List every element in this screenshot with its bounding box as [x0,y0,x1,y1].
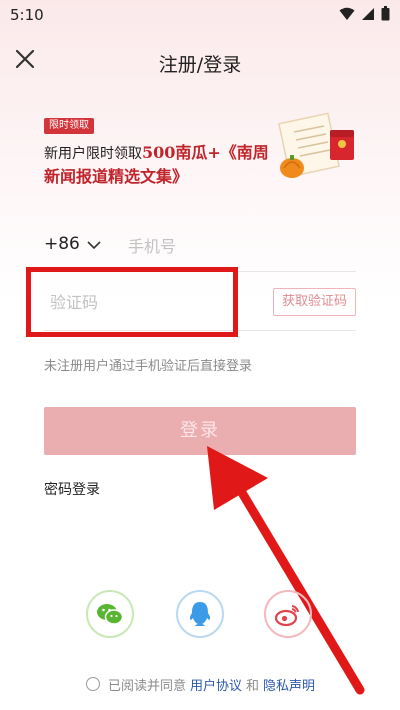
chevron-down-icon[interactable] [86,237,102,253]
promo-tag: 限时领取 [44,118,94,134]
navigation-bar: 注册/登录 [0,40,400,80]
login-button[interactable]: 登录 [44,407,356,455]
promo-banner[interactable]: 限时领取 新用户限时领取500南瓜+《南周 新闻报道精选文集》 [44,112,364,190]
page-title: 注册/登录 [158,54,242,76]
password-login-link[interactable]: 密码登录 [44,479,100,499]
country-code[interactable]: +86 [44,234,80,254]
weibo-icon [274,605,299,627]
register-hint: 未注册用户通过手机验证后直接登录 [44,359,253,374]
verification-code-input[interactable] [48,286,232,318]
promo-line-1: 新用户限时领取500南瓜+《南周 [44,139,269,163]
wechat-login-button[interactable] [86,590,134,638]
privacy-statement-link[interactable]: 隐私声明 [263,675,315,694]
qq-icon [189,602,211,626]
phone-row: +86 [44,228,360,268]
promo-line-2: 新闻报道精选文集》 [44,167,189,186]
code-divider [44,330,356,331]
weibo-login-button[interactable] [264,590,312,638]
status-icons [339,6,390,21]
signal-icon [362,7,374,20]
status-bar: 5:10 [0,0,400,30]
agreement-row: 已阅读并同意 用户协议 和 隐私声明 [86,674,315,694]
user-agreement-link[interactable]: 用户协议 [190,675,242,694]
agreement-checkbox[interactable] [86,677,100,691]
status-time: 5:10 [10,6,44,24]
promo-line-1-prefix: 新用户限时领取 [44,146,142,162]
agreement-prefix: 已阅读并同意 [108,678,187,694]
get-code-button[interactable]: 获取验证码 [272,288,356,316]
promo-line-1-highlight: 500南瓜+《南周 [142,143,269,162]
verification-code-row: 获取验证码 [44,282,356,322]
scroll-gift-icon [278,112,354,178]
wechat-icon [97,604,124,625]
wifi-icon [339,7,355,20]
battery-icon [381,6,390,21]
qq-login-button[interactable] [176,590,224,638]
phone-divider [44,271,356,272]
agreement-and: 和 [246,678,260,694]
phone-input[interactable] [126,230,360,262]
